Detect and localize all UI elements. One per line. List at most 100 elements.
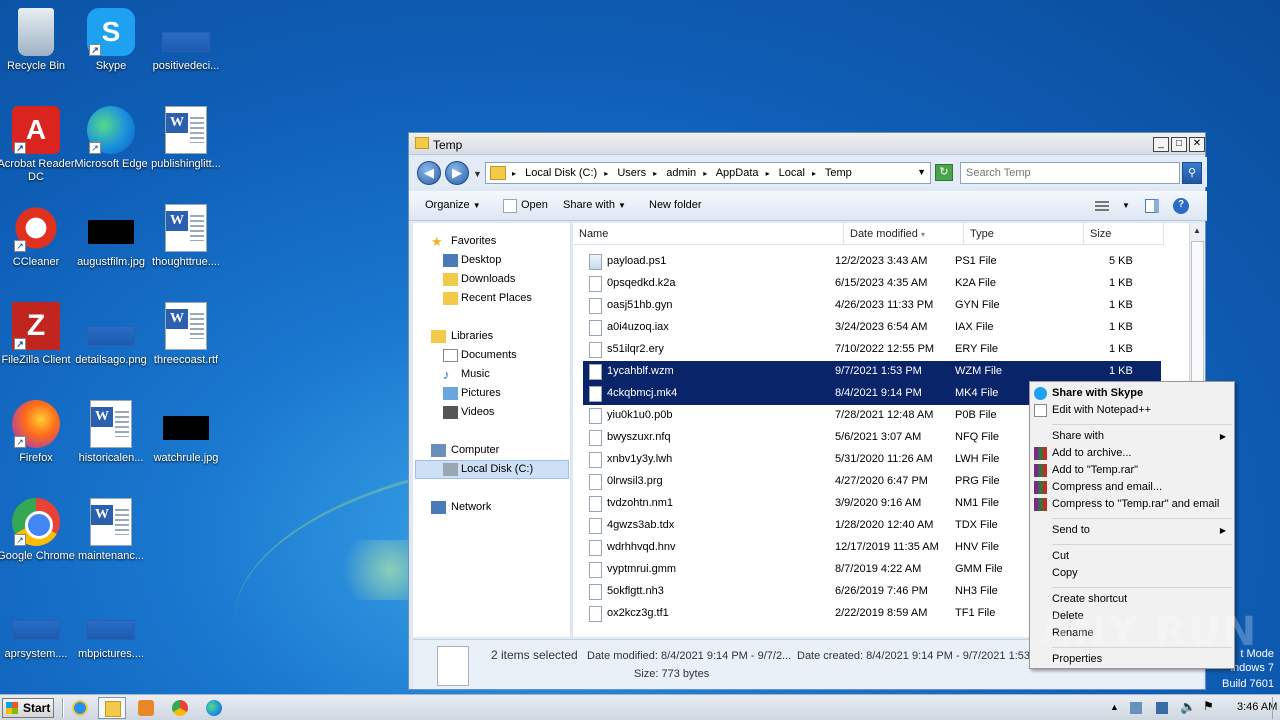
help-icon[interactable]: ? [1173, 198, 1189, 214]
desktop-icon-thoughttrue[interactable]: thoughttrue.... [146, 204, 226, 269]
nav-network[interactable]: Network [451, 501, 491, 513]
breadcrumb-users[interactable]: Users [617, 167, 646, 179]
desktop-icon-recycle-bin[interactable]: Recycle Bin [0, 8, 76, 73]
desktop-icon-augustfilm[interactable]: augustfilm.jpg [71, 204, 151, 269]
desktop-icon-edge[interactable]: ↗ Microsoft Edge [71, 106, 151, 171]
forward-button[interactable]: ▶ [445, 161, 469, 185]
desktop-icon-maintenanc[interactable]: maintenanc... [71, 498, 151, 563]
file-type: NFQ File [955, 431, 999, 443]
column-header-date[interactable]: Date modified ▾ [844, 223, 964, 245]
menu-item-add-temp-rar[interactable]: Add to "Temp.rar" [1052, 464, 1138, 476]
nav-recent-places[interactable]: Recent Places [461, 292, 532, 304]
menu-item-share-with[interactable]: Share with [1052, 430, 1104, 442]
recent-pages-dropdown[interactable]: ▼ [473, 169, 482, 179]
ccleaner-icon: ↗ [12, 204, 60, 252]
chevron-down-icon: ▼ [618, 201, 626, 210]
desktop-icon-ccleaner[interactable]: ↗ CCleaner [0, 204, 76, 269]
sort-arrow-icon: ▾ [920, 230, 925, 239]
desktop-icon-acrobat[interactable]: A ↗ Acrobat Reader DC [0, 106, 76, 184]
nav-pictures[interactable]: Pictures [461, 387, 501, 399]
desktop-icon-threecoast[interactable]: threecoast.rtf [146, 302, 226, 367]
desktop-icon-label: positivedeci... [152, 60, 220, 72]
share-with-button[interactable]: Share with ▼ [563, 199, 626, 211]
taskbar-separator [62, 698, 64, 718]
desktop-icon-aprsystem[interactable]: aprsystem.... [0, 596, 76, 661]
column-header-size[interactable]: Size [1084, 223, 1164, 245]
file-icon [589, 474, 602, 490]
desktop-icon-detailsago[interactable]: detailsago.png [71, 302, 151, 367]
address-box[interactable]: ▸ Local Disk (C:) ▸ Users ▸ admin ▸ AppD… [485, 162, 931, 184]
taskbar-explorer[interactable] [98, 697, 126, 719]
nav-music[interactable]: Music [461, 368, 490, 380]
back-button[interactable]: ◀ [417, 161, 441, 185]
breadcrumb-local-disk[interactable]: Local Disk (C:) [525, 167, 597, 179]
taskbar-ie[interactable] [66, 697, 94, 719]
file-row[interactable]: payload.ps1 12/2/2023 3:43 AM PS1 File 5 KB [583, 251, 1161, 273]
minimize-button[interactable]: _ [1153, 137, 1169, 152]
desktop-icon-skype[interactable]: S ↗ Skype [71, 8, 151, 73]
column-header-name[interactable]: Name [573, 223, 844, 245]
view-options-icon[interactable] [1095, 201, 1109, 212]
nav-computer[interactable]: Computer [451, 444, 499, 456]
nav-videos[interactable]: Videos [461, 406, 494, 418]
nav-downloads[interactable]: Downloads [461, 273, 515, 285]
close-button[interactable]: ✕ [1189, 137, 1205, 152]
breadcrumb-appdata[interactable]: AppData [716, 167, 759, 179]
start-button[interactable]: Start [2, 698, 54, 718]
menu-item-copy[interactable]: Copy [1052, 567, 1078, 579]
menu-item-add-archive[interactable]: Add to archive... [1052, 447, 1132, 459]
chrome-icon [172, 700, 188, 716]
nav-libraries[interactable]: Libraries [451, 330, 493, 342]
taskbar-chrome[interactable] [166, 697, 194, 719]
organize-button[interactable]: Organize ▼ [425, 199, 481, 211]
desktop-icon-positivedeci[interactable]: positivedeci... [146, 8, 226, 73]
file-row[interactable]: 1ycahblf.wzm 9/7/2021 1:53 PM WZM File 1 KB [583, 361, 1161, 383]
taskbar-edge[interactable] [200, 697, 228, 719]
menu-item-share-skype[interactable]: Share with Skype [1052, 387, 1143, 399]
desktop-icon-mbpictures[interactable]: mbpictures.... [71, 596, 151, 661]
show-desktop-button[interactable] [1272, 697, 1278, 719]
action-center-icon[interactable] [1130, 702, 1142, 714]
menu-item-compress-temp-email[interactable]: Compress to "Temp.rar" and email [1052, 498, 1219, 510]
search-icon[interactable]: ⚲ [1182, 162, 1202, 184]
open-button[interactable]: Open [521, 199, 548, 211]
preview-pane-icon[interactable] [1145, 199, 1159, 213]
scroll-up-icon[interactable]: ▲ [1193, 226, 1201, 235]
file-row[interactable]: a0i4uzoq.iax 3/24/2023 6:54 AM IAX File 1 K… [583, 317, 1161, 339]
volume-icon[interactable]: 🔈 [1180, 699, 1196, 715]
desktop-icon-filezilla[interactable]: Z ↗ FileZilla Client [0, 302, 76, 367]
chevron-down-icon[interactable]: ▼ [917, 167, 926, 177]
column-header-type[interactable]: Type [964, 223, 1084, 245]
refresh-button[interactable]: ↻ [935, 164, 953, 181]
taskbar-media-player[interactable] [132, 697, 160, 719]
menu-item-send-to[interactable]: Send to [1052, 524, 1090, 536]
file-row[interactable]: oasj51hb.gyn 4/26/2023 11:33 PM GYN File 1 … [583, 295, 1161, 317]
nav-desktop[interactable]: Desktop [461, 254, 501, 266]
nav-documents[interactable]: Documents [461, 349, 517, 361]
desktop-icon-chrome[interactable]: ↗ Google Chrome [0, 498, 76, 563]
chevron-down-icon[interactable]: ▼ [1122, 201, 1130, 210]
search-input[interactable] [961, 163, 1151, 183]
desktop-icon-watchrule[interactable]: watchrule.jpg [146, 400, 226, 465]
breadcrumb-temp[interactable]: Temp [825, 167, 852, 179]
file-name: yiu0k1u0.p0b [607, 409, 673, 421]
network-tray-icon[interactable] [1156, 702, 1168, 714]
menu-item-compress-email[interactable]: Compress and email... [1052, 481, 1162, 493]
flag-icon[interactable]: ⚑ [1203, 699, 1214, 713]
menu-item-edit-notepad[interactable]: Edit with Notepad++ [1052, 404, 1151, 416]
new-folder-button[interactable]: New folder [649, 199, 702, 211]
nav-local-disk[interactable]: Local Disk (C:) [461, 463, 533, 475]
file-row[interactable]: 0psqedkd.k2a 6/15/2023 4:35 AM K2A File 1 K… [583, 273, 1161, 295]
maximize-button[interactable]: □ [1171, 137, 1187, 152]
breadcrumb-admin[interactable]: admin [666, 167, 696, 179]
tray-expand-icon[interactable]: ▲ [1110, 702, 1119, 712]
breadcrumb-local[interactable]: Local [779, 167, 805, 179]
menu-item-create-shortcut[interactable]: Create shortcut [1052, 593, 1127, 605]
file-row[interactable]: s51ilqr2.ery 7/10/2022 12:55 PM ERY File 1 … [583, 339, 1161, 361]
desktop-icon-historicalen[interactable]: historicalen... [71, 400, 151, 465]
window-titlebar[interactable]: Temp _ □ ✕ [409, 133, 1205, 155]
nav-favorites[interactable]: Favorites [451, 235, 496, 247]
menu-item-cut[interactable]: Cut [1052, 550, 1069, 562]
desktop-icon-publishinglitt[interactable]: publishinglitt... [146, 106, 226, 171]
desktop-icon-firefox[interactable]: ↗ Firefox [0, 400, 76, 465]
